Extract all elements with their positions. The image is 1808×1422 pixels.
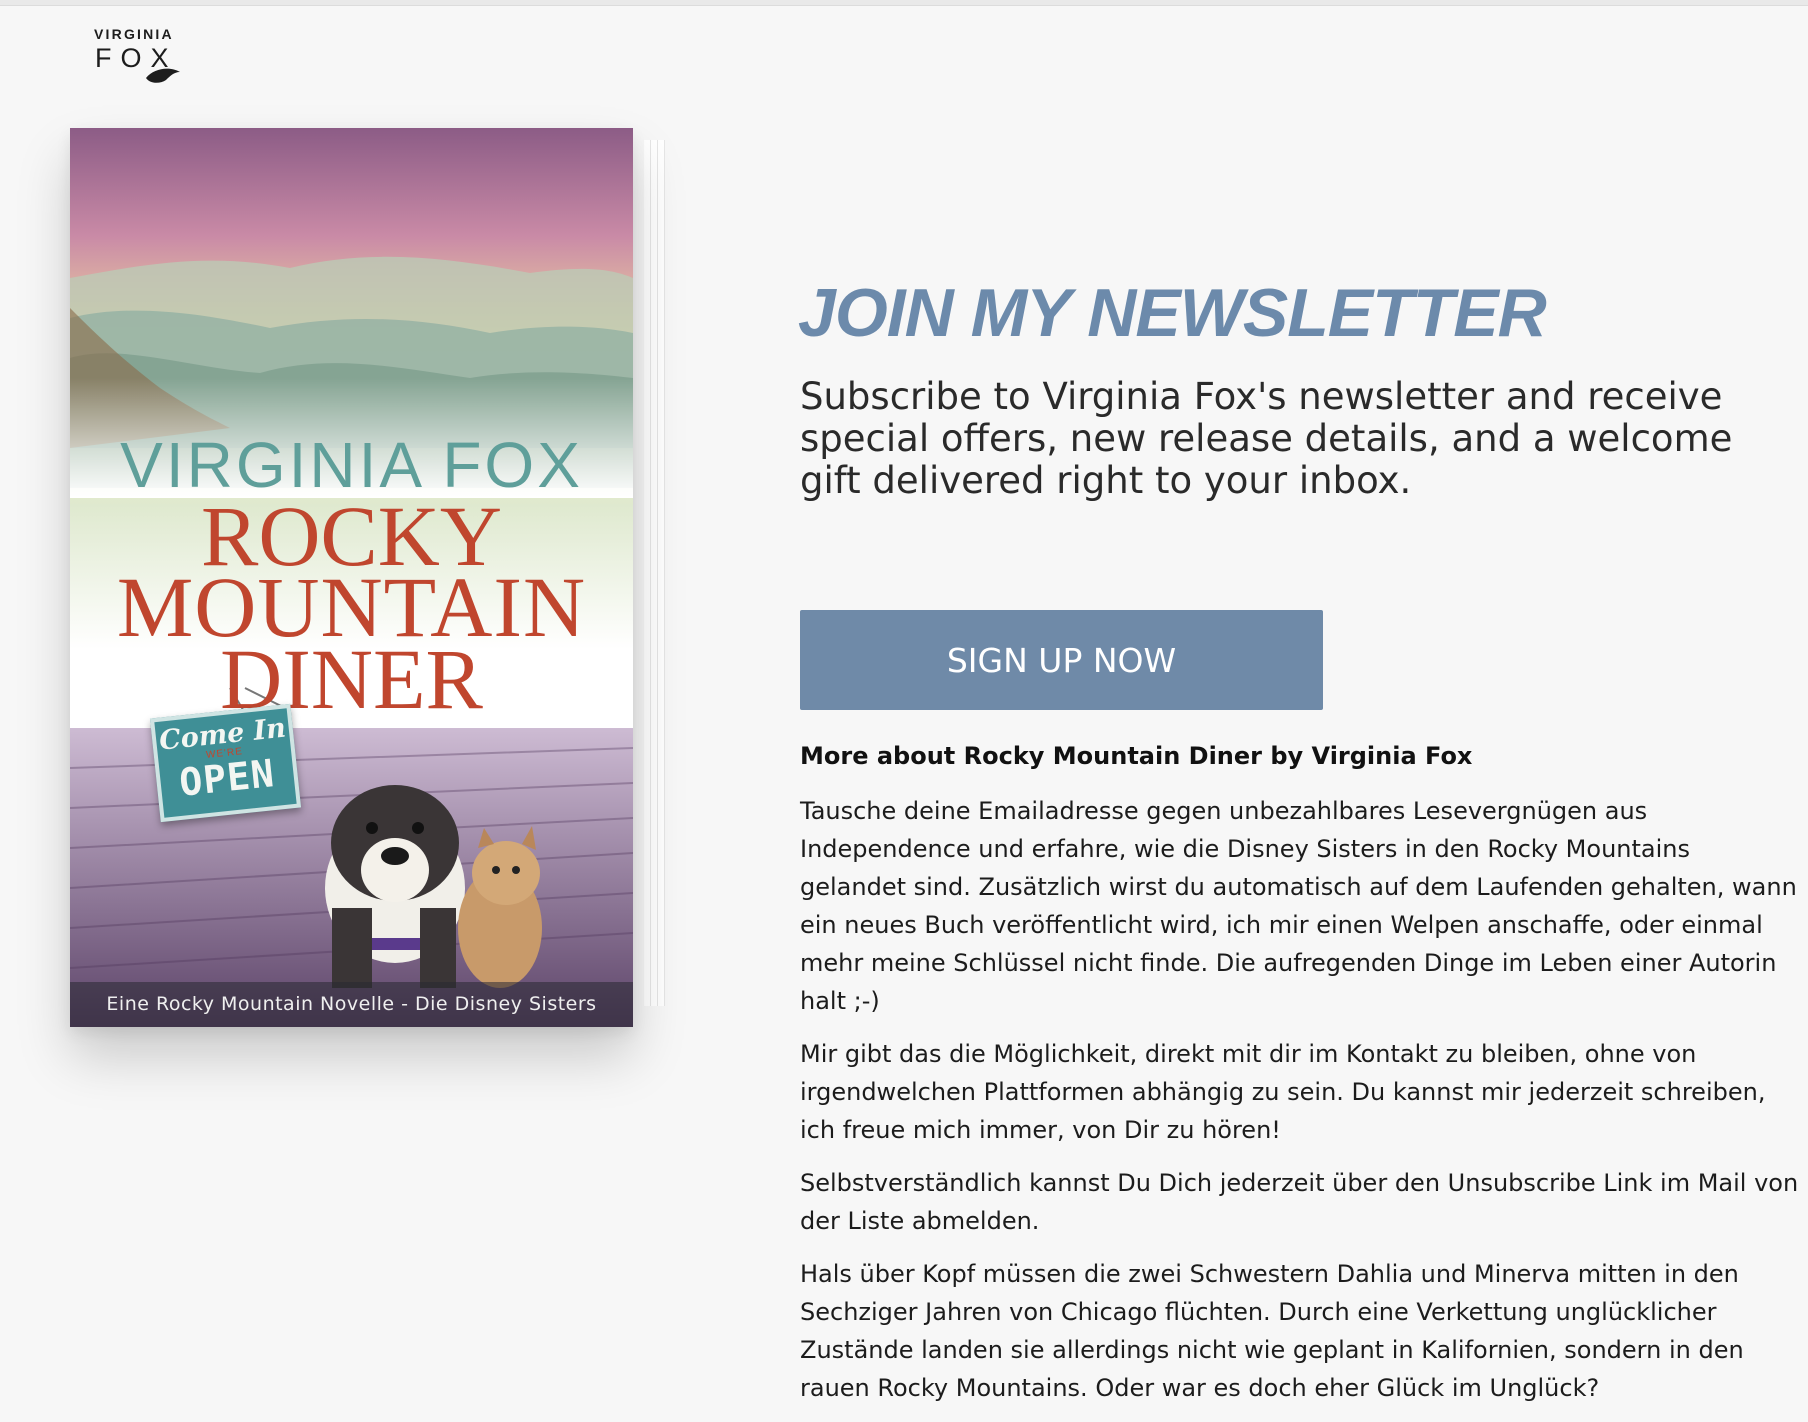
page-edge xyxy=(644,140,651,1006)
cover-tagline: Eine Rocky Mountain Novelle - Die Disney… xyxy=(70,982,633,1027)
fox-tail-icon xyxy=(146,68,180,83)
sign-text: OPEN xyxy=(177,751,277,805)
book-cover: VIRGINIA FOX ROCKY MOUNTAIN DINER Come I… xyxy=(70,128,633,1027)
description-paragraph: Selbstverständlich kannst Du Dich jederz… xyxy=(800,1169,1799,1235)
cover-title-line: DINER xyxy=(220,631,483,727)
page-edge xyxy=(651,140,658,1006)
description-paragraph: Tausche deine Emailadresse gegen unbezah… xyxy=(800,797,1797,1015)
newsletter-subtitle: Subscribe to Virginia Fox's newsletter a… xyxy=(800,375,1733,502)
logo-top-text: VIRGINIA xyxy=(94,26,174,42)
page-title: JOIN MY NEWSLETTER xyxy=(798,275,1547,351)
browser-top-strip xyxy=(0,0,1808,6)
more-about-heading: More about Rocky Mountain Diner by Virgi… xyxy=(800,742,1473,770)
description-paragraph: Mir gibt das die Möglichkeit, direkt mit… xyxy=(800,1040,1766,1144)
description-body: Tausche deine Emailadresse gegen unbezah… xyxy=(800,792,1800,1422)
sign-up-button[interactable]: SIGN UP NOW xyxy=(800,610,1323,710)
description-paragraph: Hals über Kopf müssen die zwei Schwester… xyxy=(800,1260,1744,1402)
open-sign: Come In WE'RE OPEN xyxy=(149,703,302,823)
book-cover-stack: VIRGINIA FOX ROCKY MOUNTAIN DINER Come I… xyxy=(70,128,666,1028)
page-edge xyxy=(658,140,665,1006)
site-logo[interactable]: VIRGINIA FOX xyxy=(92,26,188,86)
